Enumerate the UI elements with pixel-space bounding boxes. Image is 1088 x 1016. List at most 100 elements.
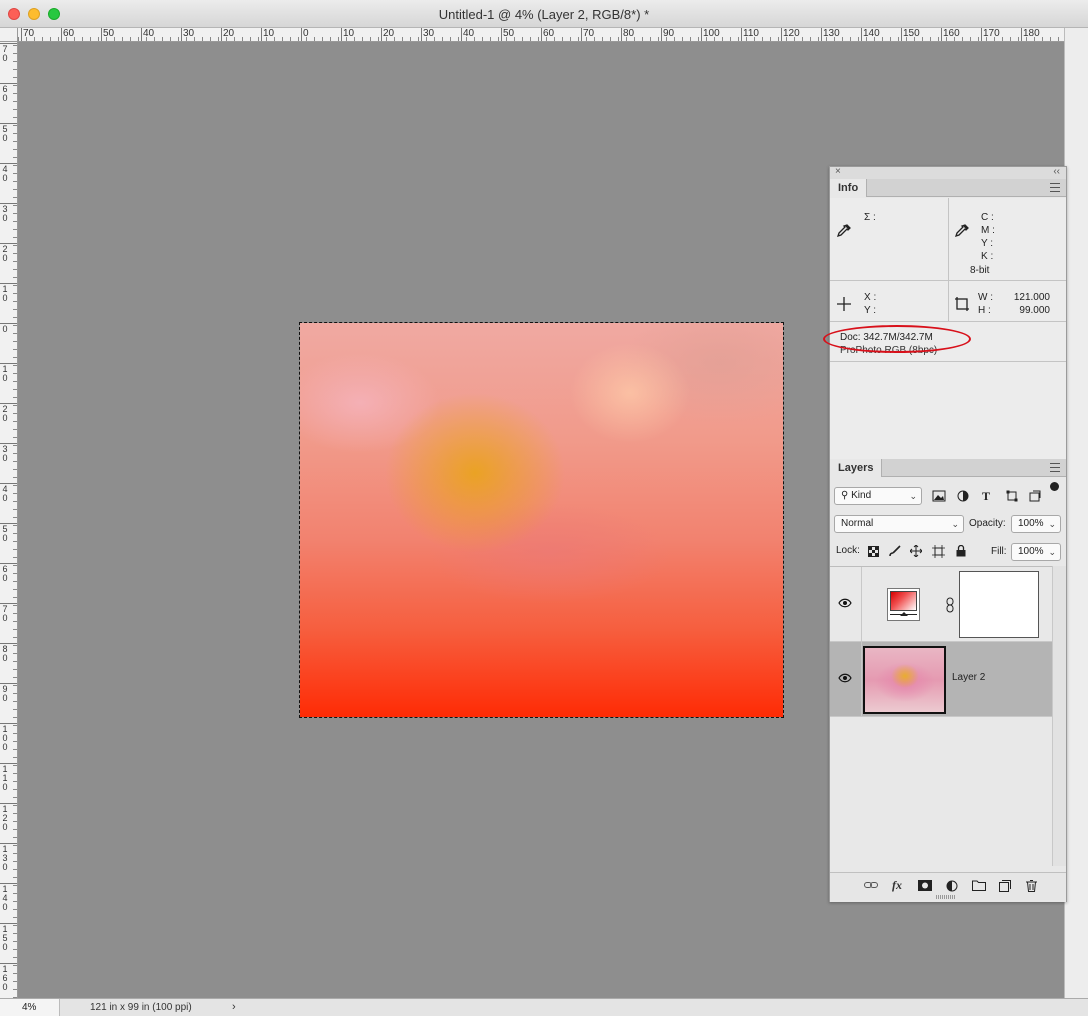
ruler-origin[interactable] [0, 28, 18, 42]
adjustment-layer-filter-icon[interactable] [957, 490, 969, 502]
panel-menu-icon[interactable] [1050, 183, 1060, 192]
zoom-level-field[interactable]: 4% [0, 999, 60, 1016]
yellow-label: Y : [981, 238, 994, 249]
vertical-scrollbar[interactable] [1064, 28, 1088, 998]
delete-layer-icon[interactable] [1026, 880, 1037, 892]
add-mask-icon[interactable] [918, 880, 932, 891]
height-label: H : [978, 305, 991, 316]
ruler-label: 50 [2, 524, 8, 543]
ruler-label: 60 [63, 28, 75, 39]
chevron-down-icon: ⌄ [909, 491, 917, 501]
layer-2-thumbnail[interactable] [863, 646, 946, 714]
ruler-tick [661, 28, 662, 41]
status-menu-arrow-icon[interactable]: › [232, 999, 236, 1016]
close-icon[interactable]: × [835, 166, 841, 177]
lock-image-pixels-icon[interactable] [889, 545, 901, 557]
eyedropper-icon[interactable] [954, 223, 970, 239]
divider [830, 280, 1066, 281]
opacity-input[interactable]: 100% ⌄ [1011, 515, 1061, 533]
shape-layer-filter-icon[interactable] [1006, 490, 1018, 502]
eye-icon[interactable] [838, 673, 852, 683]
fill-input[interactable]: 100% ⌄ [1011, 543, 1061, 561]
panel-resize-grip[interactable] [936, 895, 956, 899]
new-group-icon[interactable] [972, 880, 986, 891]
fill-label: Fill: [991, 546, 1007, 557]
layer-list-scrollbar[interactable] [1052, 566, 1066, 866]
ruler-minor-ticks [13, 42, 17, 998]
ruler-label: 40 [2, 164, 8, 183]
ruler-label: 70 [2, 604, 8, 623]
divider [830, 361, 1066, 362]
collapse-icon[interactable]: ‹‹ [1053, 166, 1060, 177]
layer-filter-kind-select[interactable]: ⚲ Kind ⌄ [834, 487, 922, 505]
ruler-label: 160 [2, 964, 8, 992]
ruler-label: 50 [2, 124, 8, 143]
ruler-label: 50 [103, 28, 115, 39]
ruler-label: 150 [2, 924, 8, 952]
new-layer-icon[interactable] [999, 880, 1011, 892]
link-layers-icon[interactable] [864, 880, 878, 890]
width-value: 121.000 [1013, 292, 1050, 303]
y-label: Y : [864, 305, 877, 316]
chevron-down-icon: ⌄ [1048, 519, 1056, 529]
ruler-tick [141, 28, 142, 41]
ruler-label: 80 [2, 644, 8, 663]
tab-layers[interactable]: Layers [830, 459, 883, 477]
lock-transparent-pixels-icon[interactable] [868, 546, 879, 557]
divider [948, 198, 949, 321]
ruler-tick [61, 28, 62, 41]
eyedropper-icon[interactable] [836, 223, 852, 239]
panel-menu-icon[interactable] [1050, 463, 1060, 472]
ruler-label: 20 [2, 244, 8, 263]
lock-all-icon[interactable] [956, 545, 966, 557]
ruler-label: 90 [663, 28, 675, 39]
horizontal-ruler[interactable]: 70 60 50 40 30 20 10 0 10 20 30 40 50 60 70 80 90 100 110 1… [18, 28, 1064, 42]
tab-info[interactable]: Info [830, 179, 868, 197]
fill-value: 100% [1018, 546, 1044, 557]
ruler-tick [741, 28, 742, 41]
layer-list[interactable]: Layer 2 [830, 566, 1052, 866]
vertical-ruler[interactable]: 7060504030201001020304050607080901001101… [0, 42, 18, 998]
layer-row-layer-2[interactable]: Layer 2 [830, 642, 1052, 717]
lock-artboard-icon[interactable] [932, 545, 945, 558]
width-label: W : [978, 292, 993, 303]
black-label: K : [981, 251, 994, 262]
smart-object-filter-icon[interactable] [1029, 490, 1041, 502]
layers-panel: ⚲ Kind ⌄ T Normal ⌄ Opacity: 100% ⌄ Lock… [830, 478, 1066, 902]
crosshair-icon[interactable] [836, 296, 852, 312]
dock-header[interactable]: × ‹‹ [830, 166, 1066, 179]
lock-position-icon[interactable] [910, 545, 922, 557]
blend-mode-select[interactable]: Normal ⌄ [834, 515, 964, 533]
layer-row-gradient-map[interactable] [830, 567, 1052, 642]
ruler-tick [341, 28, 342, 41]
ruler-tick [21, 28, 22, 41]
ruler-tick [261, 28, 262, 41]
layers-panel-footer: fx [830, 872, 1066, 900]
ruler-label: 120 [2, 804, 8, 832]
layer-mask-thumbnail[interactable] [959, 571, 1039, 638]
filter-toggle-icon[interactable] [1050, 482, 1059, 491]
ruler-label: 40 [2, 484, 8, 503]
bit-depth: 8-bit [970, 265, 990, 276]
gradient-map-icon[interactable] [887, 588, 920, 621]
eye-icon[interactable] [838, 598, 852, 608]
ruler-label: 30 [183, 28, 195, 39]
ruler-label: 150 [903, 28, 920, 39]
selection-rect-icon[interactable] [954, 296, 970, 312]
ruler-label: 100 [2, 724, 8, 752]
ruler-label: 60 [2, 84, 8, 103]
ruler-label: 140 [2, 884, 8, 912]
ruler-label: 30 [2, 444, 8, 463]
chain-link-icon[interactable] [946, 597, 954, 613]
fx-icon[interactable]: fx [892, 878, 902, 892]
ruler-label: 90 [2, 684, 8, 703]
search-icon: ⚲ [841, 490, 849, 501]
layer-name[interactable]: Layer 2 [952, 670, 985, 686]
blend-mode-label: Normal [841, 518, 874, 529]
ruler-tick [581, 28, 582, 41]
type-layer-filter-icon[interactable]: T [982, 489, 990, 503]
document-image[interactable] [300, 323, 783, 717]
new-adjustment-layer-icon[interactable] [946, 880, 958, 892]
ruler-tick [901, 28, 902, 41]
pixel-layer-filter-icon[interactable] [932, 490, 946, 502]
